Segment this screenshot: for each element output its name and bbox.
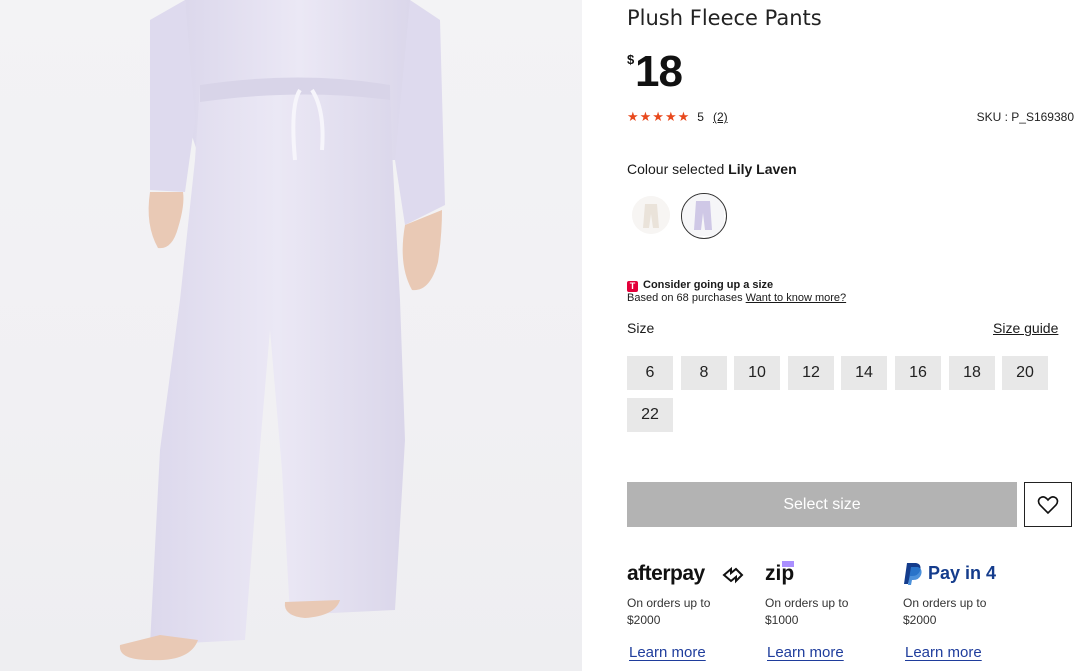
rating: ★★★★★ 5 (2)	[627, 109, 728, 125]
size-option-12[interactable]: 12	[788, 356, 834, 390]
fit-based-on: Based on 68 purchases	[627, 292, 743, 304]
paypal-icon	[904, 563, 922, 585]
paypal-terms: On orders up to	[903, 596, 987, 610]
select-size-button[interactable]: Select size	[627, 482, 1017, 527]
size-option-22[interactable]: 22	[627, 398, 673, 432]
fit-advice: T Consider going up a size Based on 68 pu…	[627, 279, 846, 305]
zip-logo: zip	[765, 560, 895, 590]
fit-badge-icon: T	[627, 281, 638, 292]
payment-zip: zip On orders up to $1000 Learn more	[765, 560, 895, 661]
paypal-learn-more-link[interactable]: Learn more	[905, 644, 982, 661]
zip-learn-more-link[interactable]: Learn more	[767, 644, 844, 661]
colour-label: Colour selected	[627, 161, 725, 177]
sku: SKU : P_S169380	[976, 110, 1074, 124]
model-photo	[119, 0, 445, 661]
product-image[interactable]	[0, 0, 582, 671]
paypal-pay-in-4: Pay in 4	[928, 563, 997, 583]
afterpay-logo: afterpay	[627, 560, 757, 590]
cream-pants-thumbnail	[632, 196, 670, 234]
payment-paypal: Pay in 4 On orders up to $2000 Learn mor…	[903, 560, 1033, 661]
size-option-14[interactable]: 14	[841, 356, 887, 390]
colour-value: Lily Laven	[728, 161, 797, 177]
size-option-16[interactable]: 16	[895, 356, 941, 390]
size-option-20[interactable]: 20	[1002, 356, 1048, 390]
fit-headline: Consider going up a size	[643, 279, 774, 291]
paypal-logo: Pay in 4	[903, 560, 1033, 590]
size-option-6[interactable]: 6	[627, 356, 673, 390]
paypal-limit: $2000	[903, 613, 937, 627]
afterpay-arrows-icon	[722, 566, 744, 584]
size-label: Size	[627, 320, 655, 336]
product-title: Plush Fleece Pants	[627, 6, 822, 30]
price-currency: $	[627, 52, 635, 67]
zip-terms: On orders up to	[765, 596, 849, 610]
fit-more-link[interactable]: Want to know more?	[746, 292, 846, 304]
rating-value: 5	[697, 110, 704, 124]
afterpay-learn-more-link[interactable]: Learn more	[629, 644, 706, 661]
wishlist-button[interactable]	[1024, 482, 1072, 527]
size-option-10[interactable]: 10	[734, 356, 780, 390]
payment-afterpay: afterpay On orders up to $2000 Learn mor…	[627, 560, 757, 661]
afterpay-wordmark: afterpay	[627, 562, 705, 585]
product-info: Plush Fleece Pants $ 18 ★★★★★ 5 (2) SKU …	[627, 0, 1077, 671]
colour-swatch-lilac[interactable]	[681, 193, 727, 239]
review-count-link[interactable]: (2)	[713, 110, 728, 124]
size-guide-link[interactable]: Size guide	[993, 320, 1058, 336]
size-option-18[interactable]: 18	[949, 356, 995, 390]
size-option-8[interactable]: 8	[681, 356, 727, 390]
star-rating-icon: ★★★★★	[627, 109, 691, 124]
afterpay-limit: $2000	[627, 613, 661, 627]
price-amount: 18	[635, 47, 683, 96]
zip-accent-icon	[782, 561, 794, 567]
zip-limit: $1000	[765, 613, 799, 627]
colour-swatch-cream[interactable]	[632, 196, 670, 234]
afterpay-terms: On orders up to	[627, 596, 711, 610]
heart-icon	[1037, 495, 1059, 514]
colour-selected: Colour selected Lily Laven	[627, 161, 797, 177]
lilac-pants-thumbnail	[682, 194, 724, 236]
